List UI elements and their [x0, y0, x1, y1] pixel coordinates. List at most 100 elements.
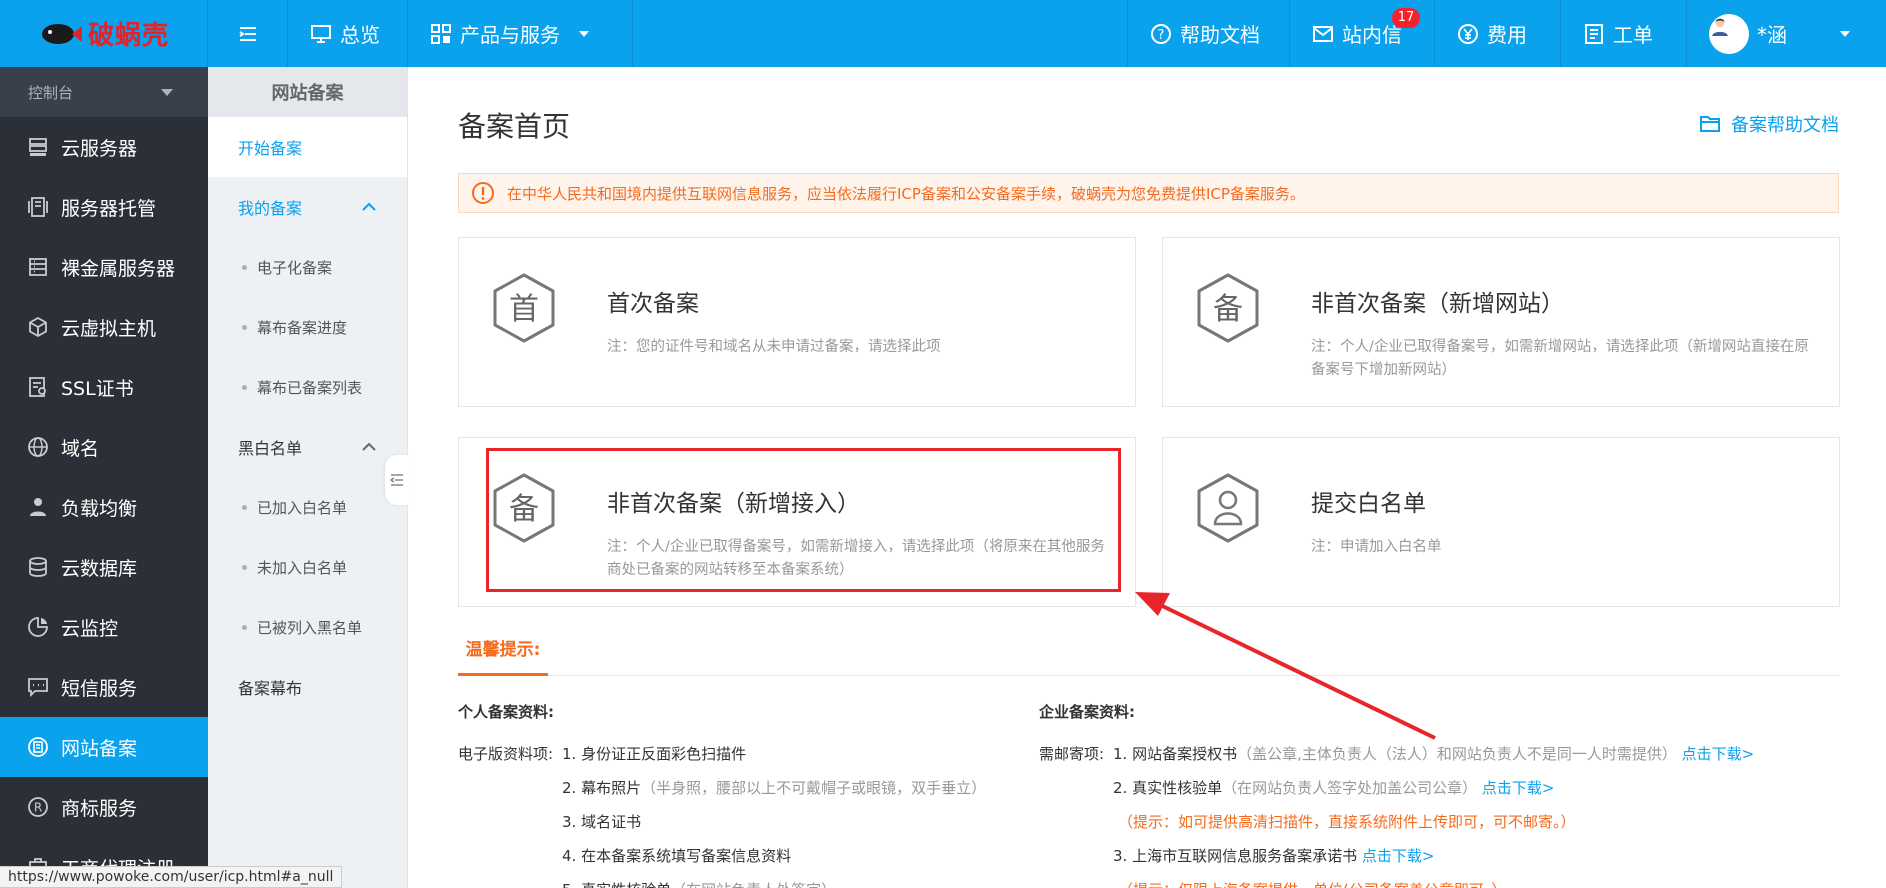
sidebar-item-trademark[interactable]: R 商标服务 — [0, 777, 208, 837]
server-icon — [29, 138, 47, 156]
sidebar-item-hosting[interactable]: 服务器托管 — [0, 177, 208, 237]
overview-nav[interactable]: 总览 — [288, 0, 408, 67]
subnav-black-white-child-0[interactable]: 已加入白名单 — [208, 477, 407, 537]
card-glyph: 首 — [509, 292, 539, 327]
tickets-label: 工单 — [1613, 23, 1653, 47]
subnav-black-white-child-2[interactable]: 已被列入黑名单 — [208, 597, 407, 657]
enterprise-item: 2. 真实性核验单（在网站负责人签字处加盖公司公章） 点击下载> — [1113, 777, 1554, 798]
subnav-my-record-child-0[interactable]: 电子化备案 — [208, 237, 407, 297]
grid-icon — [431, 23, 451, 44]
help-icon: ? — [1151, 23, 1171, 44]
caret-down-icon — [578, 30, 590, 37]
card-title: 非首次备案（新增网站） — [1311, 291, 1564, 317]
personal-prefix: 电子版资料项: — [458, 745, 554, 763]
subnav-my-record-child-1[interactable]: 幕布备案进度 — [208, 297, 407, 357]
console-selector[interactable]: 控制台 — [0, 67, 208, 117]
sidebar-item-cube[interactable]: 云虚拟主机 — [0, 297, 208, 357]
subnav-curtain-label: 备案幕布 — [238, 679, 303, 698]
sidebar-item-database[interactable]: 云数据库 — [0, 537, 208, 597]
whitelist-card[interactable]: 提交白名单 注：申请加入白名单 — [1162, 437, 1840, 607]
username: *涵 — [1757, 23, 1787, 47]
sidebar-item-balance[interactable]: 负载均衡 — [0, 477, 208, 537]
chevron-up-icon — [362, 442, 376, 451]
monitor-icon — [28, 617, 48, 637]
app-root: 破蜗壳 总览 产品与服务 ? 帮助文档 站内信 17 费用 工单 *涵 控制台 … — [0, 0, 1886, 888]
sidebar-item-label: 云服务器 — [61, 137, 138, 160]
download-link[interactable]: 点击下载> — [1682, 745, 1755, 763]
status-bar-url: https://www.powoke.com/user/icp.html#a_n… — [0, 866, 343, 888]
tips-tab[interactable]: 温馨提示: — [458, 632, 548, 676]
card-title: 提交白名单 — [1311, 491, 1426, 517]
item-text: 4. 在本备案系统填写备案信息资料 — [562, 847, 792, 865]
subnav-child-label: 已被列入黑名单 — [257, 618, 363, 637]
certificate-icon — [29, 377, 46, 397]
enterprise-item: 1. 网站备案授权书（盖公章,主体负责人（法人）和网站负责人不是同一人时需提供）… — [1113, 743, 1754, 764]
help-docs-nav[interactable]: ? 帮助文档 — [1127, 0, 1289, 67]
mail-icon — [1313, 25, 1333, 42]
card-glyph: 备 — [509, 492, 539, 527]
products-nav[interactable]: 产品与服务 — [408, 0, 633, 67]
item-text: 3. 域名证书 — [562, 813, 642, 831]
download-link[interactable]: 点击下载> — [1362, 847, 1435, 865]
sidebar-item-label: 裸金属服务器 — [61, 257, 176, 280]
subnav-child-label: 已加入白名单 — [257, 498, 348, 517]
warning-icon — [472, 182, 494, 204]
caret-down-icon — [1839, 30, 1851, 37]
sms-icon — [28, 678, 48, 698]
sidebar-item-label: SSL证书 — [61, 377, 134, 400]
card-title: 首次备案 — [607, 291, 699, 317]
tickets-nav[interactable]: 工单 — [1560, 0, 1686, 67]
subnav-start-record[interactable]: 开始备案 — [208, 117, 407, 177]
sidebar-item-bare-metal[interactable]: 裸金属服务器 — [0, 237, 208, 297]
logo[interactable]: 破蜗壳 — [0, 0, 208, 67]
item-note: （盖公章,主体负责人（法人）和网站负责人不是同一人时需提供） — [1237, 745, 1677, 763]
console-label: 控制台 — [28, 83, 74, 102]
sidebar-item-certificate[interactable]: SSL证书 — [0, 357, 208, 417]
database-icon — [29, 557, 47, 577]
billing-label: 费用 — [1487, 23, 1527, 47]
menu-icon — [238, 26, 256, 41]
help-docs-label: 帮助文档 — [1180, 23, 1260, 47]
sidebar-item-label: 云监控 — [61, 617, 119, 640]
download-link[interactable]: 点击下载> — [1482, 779, 1555, 797]
sidebar-item-monitor[interactable]: 云监控 — [0, 597, 208, 657]
item-text: 5. 真实性核验单 — [562, 881, 671, 888]
new-website-card[interactable]: 备 非首次备案（新增网站） 注：个人/企业已取得备案号，如需新增网站，请选择此项（新… — [1162, 237, 1840, 407]
user-menu[interactable]: *涵 — [1686, 0, 1886, 67]
folder-icon — [1700, 116, 1720, 132]
notice-banner: 在中华人民共和国境内提供互联网信息服务，应当依法履行ICP备案和公安备案手续，破… — [458, 173, 1839, 213]
billing-nav[interactable]: 费用 — [1434, 0, 1560, 67]
collapse-subnav-button[interactable] — [385, 455, 409, 505]
subnav-black-white-child-1[interactable]: 未加入白名单 — [208, 537, 407, 597]
first-record-card[interactable]: 首 首次备案 注：您的证件号和域名从未申请过备案，请选择此项 — [458, 237, 1136, 407]
chevron-up-icon — [362, 202, 376, 211]
page-title: 备案首页 — [458, 110, 571, 143]
user-hexagon-icon — [1197, 473, 1259, 543]
sidebar-item-label: 服务器托管 — [61, 197, 157, 220]
sidebar-item-sms[interactable]: 短信服务 — [0, 657, 208, 717]
messages-nav[interactable]: 站内信 17 — [1289, 0, 1434, 67]
sidebar-item-globe[interactable]: 域名 — [0, 417, 208, 477]
enterprise-prefix: 需邮寄项: — [1039, 745, 1105, 763]
item-text: 1. 身份证正反面彩色扫描件 — [562, 745, 747, 763]
subnav-black-white-list[interactable]: 黑白名单 — [208, 417, 407, 477]
subnav-my-records[interactable]: 我的备案 — [208, 177, 407, 237]
item-text: 2. 真实性核验单 — [1113, 779, 1223, 797]
personal-item: 4. 在本备案系统填写备案信息资料 — [562, 845, 791, 866]
sidebar-item-record[interactable]: 网站备案 — [0, 717, 208, 777]
svg-text:?: ? — [1158, 28, 1165, 43]
top-bar: 破蜗壳 总览 产品与服务 ? 帮助文档 站内信 17 费用 工单 *涵 — [0, 0, 1886, 67]
bare-metal-icon — [29, 258, 47, 276]
record-help-link[interactable]: 备案帮助文档 — [1699, 111, 1839, 137]
bullet-dot — [242, 564, 247, 570]
sidebar-item-server[interactable]: 云服务器 — [0, 117, 208, 177]
menu-toggle-button[interactable] — [208, 0, 288, 67]
subnav-curtain[interactable]: 备案幕布 — [208, 657, 407, 717]
logo-fish-icon — [41, 23, 82, 44]
tips-tabs: 温馨提示: — [458, 632, 1839, 676]
main-content: 备案首页 备案帮助文档 在中华人民共和国境内提供互联网信息服务，应当依法履行IC… — [408, 67, 1886, 888]
new-access-card[interactable]: 备 非首次备案（新增接入） 注：个人/企业已取得备案号，如需新增接入，请选择此项（将… — [458, 437, 1136, 607]
hexagon-glyph-icon: 首 — [493, 273, 555, 343]
avatar — [1709, 13, 1749, 54]
subnav-my-record-child-2[interactable]: 幕布已备案列表 — [208, 357, 407, 417]
